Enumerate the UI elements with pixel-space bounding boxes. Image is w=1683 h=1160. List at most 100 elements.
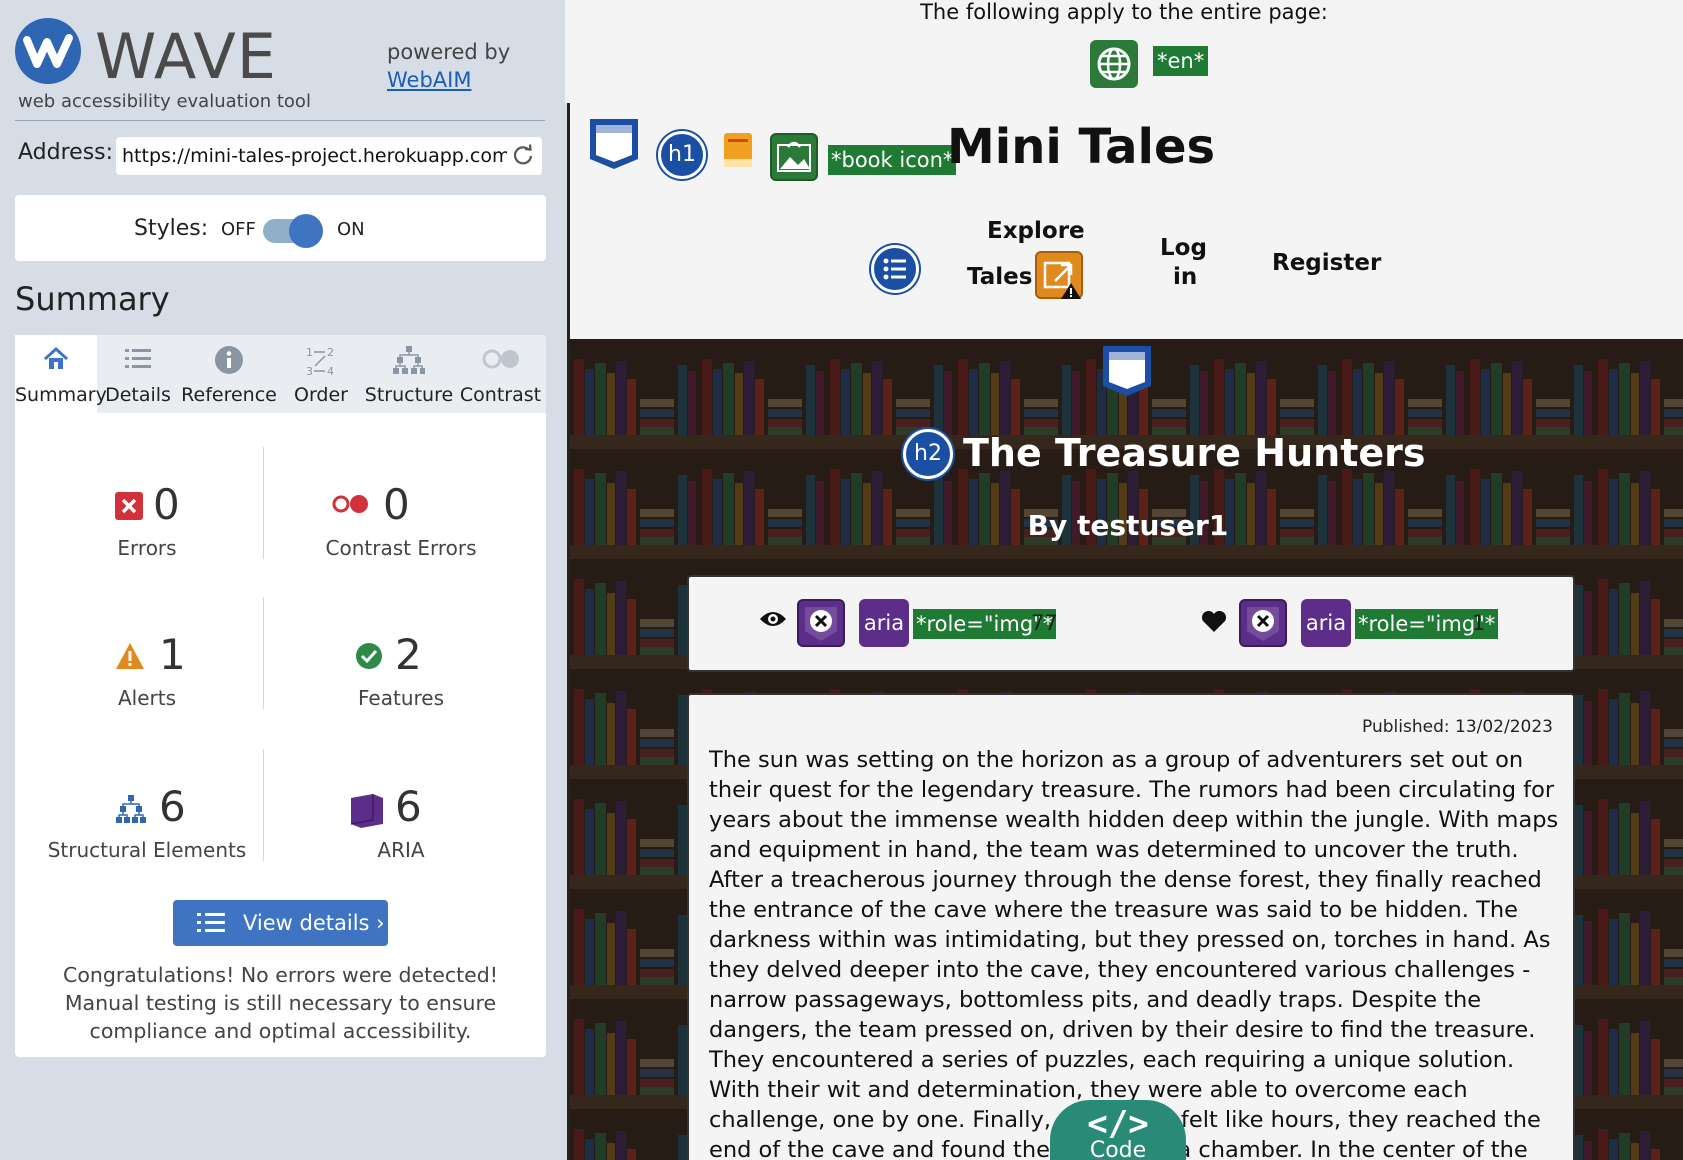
errors-count: 0	[153, 480, 180, 529]
header-region-icon[interactable]	[586, 115, 642, 171]
alert-icon	[116, 643, 144, 669]
story-author: By testuser1	[1027, 509, 1229, 542]
tab-bar: Summary Details Reference 1 2 3 4 Order …	[15, 335, 546, 413]
styles-toggle-box: Styles: OFF ON	[15, 195, 546, 261]
aria-label: ARIA	[377, 838, 425, 862]
list-icon[interactable]	[871, 245, 919, 293]
toggle-knob[interactable]	[289, 214, 323, 248]
tab-label: Order	[294, 384, 348, 406]
story-content-card: Published: 13/02/2023 The sun was settin…	[687, 693, 1575, 1160]
error-icon	[115, 492, 143, 520]
story-body: The sun was setting on the horizon as a …	[709, 747, 1559, 1160]
language-badge[interactable]: *en*	[1153, 46, 1209, 76]
list-icon	[125, 349, 151, 368]
alerts-stat[interactable]: 1 Alerts	[27, 630, 267, 710]
applies-text: The following apply to the entire page:	[920, 0, 1328, 24]
story-section: h2 The Treasure Hunters By testuser1 ari…	[567, 339, 1683, 1160]
aria-stat[interactable]: 6 ARIA	[281, 782, 521, 862]
h2-heading-icon[interactable]: h2	[903, 429, 953, 479]
features-stat[interactable]: 2 Features	[281, 630, 521, 710]
h1-heading-icon[interactable]: h1	[658, 131, 706, 179]
heart-icon	[1201, 611, 1227, 632]
nav-explore-tales-cont[interactable]: Tales	[967, 264, 1032, 290]
site-header: h1 *book icon* Mini Tales Explore Tales	[567, 103, 1683, 339]
address-label: Address:	[18, 140, 114, 165]
aria-icon[interactable]: aria	[859, 599, 909, 647]
code-toggle-button[interactable]: </> Code	[1050, 1100, 1186, 1160]
wave-logo-icon	[15, 18, 81, 84]
alerts-count: 1	[159, 630, 186, 679]
linked-image-icon[interactable]	[770, 133, 818, 181]
tab-label: Contrast	[459, 384, 542, 406]
page-level-annotations: The following apply to the entire page: …	[565, 0, 1683, 103]
tab-summary[interactable]: Summary	[15, 335, 107, 413]
structural-stat[interactable]: 6 Structural Elements	[27, 782, 267, 862]
divider	[263, 447, 264, 559]
redundant-link-alert-icon[interactable]	[1035, 251, 1083, 299]
summary-panel: Summary Details Reference 1 2 3 4 Order …	[15, 335, 546, 1057]
alt-text-badge[interactable]: *book icon*	[828, 145, 957, 175]
code-label: Code	[1089, 1138, 1147, 1160]
powered-by-text: powered by	[387, 40, 511, 64]
svg-text:4: 4	[327, 365, 334, 377]
errors-stat[interactable]: 0 Errors	[27, 480, 267, 560]
tab-order[interactable]: 1 2 3 4 Order	[279, 335, 363, 413]
webaim-link[interactable]: WebAIM	[387, 68, 471, 92]
info-icon	[215, 346, 243, 374]
home-icon	[43, 346, 69, 369]
alerts-label: Alerts	[117, 686, 177, 710]
feature-icon	[356, 643, 382, 669]
site-title[interactable]: Mini Tales	[947, 119, 1215, 175]
styles-label: Styles:	[134, 216, 209, 241]
aria-icon	[350, 794, 383, 828]
contrast-errors-label: Contrast Errors	[325, 536, 477, 560]
likes-count: 1	[1472, 611, 1486, 635]
tab-label: Summary	[15, 384, 107, 406]
contrast-errors-stat[interactable]: 0 Contrast Errors	[281, 480, 521, 560]
contrast-icon	[482, 349, 519, 369]
story-title: The Treasure Hunters	[963, 431, 1426, 475]
summary-heading: Summary	[15, 280, 170, 318]
structure-icon	[393, 346, 425, 374]
congrats-message: Congratulations! No errors were detected…	[63, 963, 498, 1043]
eye-icon	[760, 612, 786, 626]
wave-title: WAVE	[95, 20, 277, 93]
view-details-label: View details ›	[243, 911, 385, 935]
tab-label: Details	[105, 384, 171, 406]
divider	[263, 597, 264, 709]
errors-label: Errors	[117, 536, 177, 560]
globe-icon[interactable]	[1090, 40, 1138, 88]
aria-hidden-icon[interactable]	[1239, 599, 1287, 647]
aria-icon[interactable]: aria	[1301, 599, 1351, 647]
order-icon: 1 2 3 4	[306, 346, 334, 377]
main-region-icon[interactable]	[1099, 342, 1155, 398]
svg-text:1: 1	[306, 346, 313, 359]
contrast-errors-count: 0	[383, 480, 410, 529]
tab-details[interactable]: Details	[97, 335, 179, 413]
view-details-button[interactable]: View details ›	[173, 900, 388, 946]
nav-log-in-cont[interactable]: in	[1173, 264, 1197, 290]
book-icon	[724, 133, 752, 167]
structure-icon	[116, 795, 146, 823]
features-label: Features	[358, 686, 444, 710]
nav-explore-tales[interactable]: Explore	[987, 218, 1085, 244]
divider	[263, 749, 264, 861]
styles-toggle[interactable]	[263, 214, 323, 248]
structural-label: Structural Elements	[47, 838, 247, 862]
tab-label: Structure	[364, 384, 454, 406]
tab-reference[interactable]: Reference	[179, 335, 279, 413]
styles-on-label: ON	[337, 219, 365, 240]
tab-contrast[interactable]: Contrast	[455, 335, 546, 413]
address-value[interactable]: https://mini-tales-project.herokuapp.com…	[122, 145, 507, 167]
aria-hidden-icon[interactable]	[797, 599, 845, 647]
evaluated-page: The following apply to the entire page: …	[565, 0, 1683, 1160]
tab-structure[interactable]: Structure	[363, 335, 455, 413]
list-icon	[197, 913, 225, 932]
published-date: Published: 13/02/2023	[1362, 717, 1553, 737]
nav-register[interactable]: Register	[1272, 250, 1381, 276]
reload-icon[interactable]	[512, 144, 534, 166]
address-input[interactable]: https://mini-tales-project.herokuapp.com…	[116, 137, 542, 175]
nav-log-in[interactable]: Log	[1160, 235, 1207, 261]
styles-off-label: OFF	[221, 219, 256, 240]
svg-text:2: 2	[327, 346, 334, 359]
